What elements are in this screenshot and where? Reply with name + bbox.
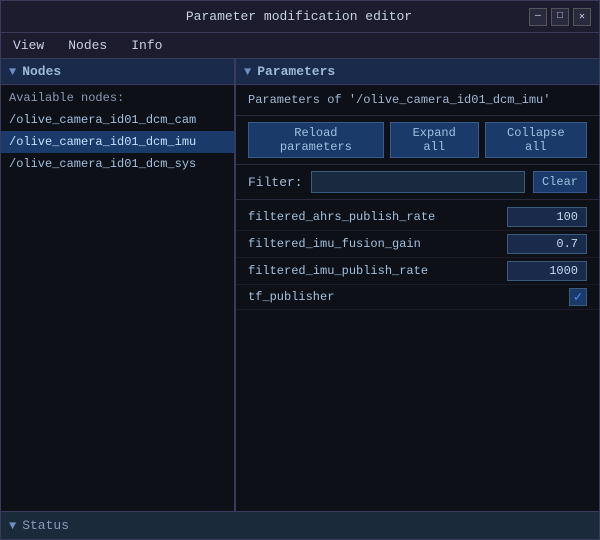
- status-bar: ▼ Status: [1, 511, 599, 539]
- available-nodes-label: Available nodes:: [1, 85, 234, 109]
- nodes-panel-header: ▼ Nodes: [1, 59, 234, 85]
- clear-filter-button[interactable]: Clear: [533, 171, 587, 193]
- nodes-arrow-icon: ▼: [9, 65, 16, 79]
- params-panel-header: ▼ Parameters: [236, 59, 599, 85]
- window-controls: — □ ✕: [529, 8, 591, 26]
- menu-view[interactable]: View: [5, 36, 52, 55]
- menu-bar: View Nodes Info: [1, 33, 599, 59]
- table-row: filtered_imu_publish_rate 1000: [236, 258, 599, 285]
- menu-nodes[interactable]: Nodes: [60, 36, 115, 55]
- param-name-tf-publisher: tf_publisher: [248, 290, 569, 304]
- nodes-panel-title: Nodes: [22, 64, 61, 79]
- close-button[interactable]: ✕: [573, 8, 591, 26]
- param-name-ahrs: filtered_ahrs_publish_rate: [248, 210, 507, 224]
- menu-info[interactable]: Info: [123, 36, 170, 55]
- minimize-button[interactable]: —: [529, 8, 547, 26]
- node-item-cam[interactable]: /olive_camera_id01_dcm_cam: [1, 109, 234, 131]
- param-name-imu-publish: filtered_imu_publish_rate: [248, 264, 507, 278]
- main-window: Parameter modification editor — □ ✕ View…: [0, 0, 600, 540]
- param-value-fusion[interactable]: 0.7: [507, 234, 587, 254]
- maximize-button[interactable]: □: [551, 8, 569, 26]
- window-title: Parameter modification editor: [69, 9, 529, 24]
- filter-input[interactable]: [311, 171, 525, 193]
- main-content: ▼ Nodes Available nodes: /olive_camera_i…: [1, 59, 599, 511]
- table-row: filtered_ahrs_publish_rate 100: [236, 204, 599, 231]
- param-checkbox-tf-publisher[interactable]: ✓: [569, 288, 587, 306]
- filter-row: Filter: Clear: [236, 165, 599, 200]
- filter-label: Filter:: [248, 175, 303, 190]
- node-item-imu[interactable]: /olive_camera_id01_dcm_imu: [1, 131, 234, 153]
- node-item-sys[interactable]: /olive_camera_id01_dcm_sys: [1, 153, 234, 175]
- table-row: tf_publisher ✓: [236, 285, 599, 310]
- right-panel: ▼ Parameters Parameters of '/olive_camer…: [236, 59, 599, 511]
- params-panel-title: Parameters: [257, 64, 335, 79]
- left-panel: ▼ Nodes Available nodes: /olive_camera_i…: [1, 59, 236, 511]
- params-arrow-icon: ▼: [244, 65, 251, 79]
- node-list: /olive_camera_id01_dcm_cam /olive_camera…: [1, 109, 234, 511]
- params-info-label: Parameters of '/olive_camera_id01_dcm_im…: [236, 85, 599, 116]
- status-label: Status: [22, 518, 69, 533]
- table-row: filtered_imu_fusion_gain 0.7: [236, 231, 599, 258]
- param-name-fusion: filtered_imu_fusion_gain: [248, 237, 507, 251]
- reload-parameters-button[interactable]: Reload parameters: [248, 122, 384, 158]
- params-table: filtered_ahrs_publish_rate 100 filtered_…: [236, 200, 599, 511]
- title-bar: Parameter modification editor — □ ✕: [1, 1, 599, 33]
- expand-all-button[interactable]: Expand all: [390, 122, 479, 158]
- param-value-ahrs[interactable]: 100: [507, 207, 587, 227]
- param-value-imu-publish[interactable]: 1000: [507, 261, 587, 281]
- params-actions: Reload parameters Expand all Collapse al…: [236, 116, 599, 165]
- collapse-all-button[interactable]: Collapse all: [485, 122, 587, 158]
- status-arrow-icon: ▼: [9, 519, 16, 533]
